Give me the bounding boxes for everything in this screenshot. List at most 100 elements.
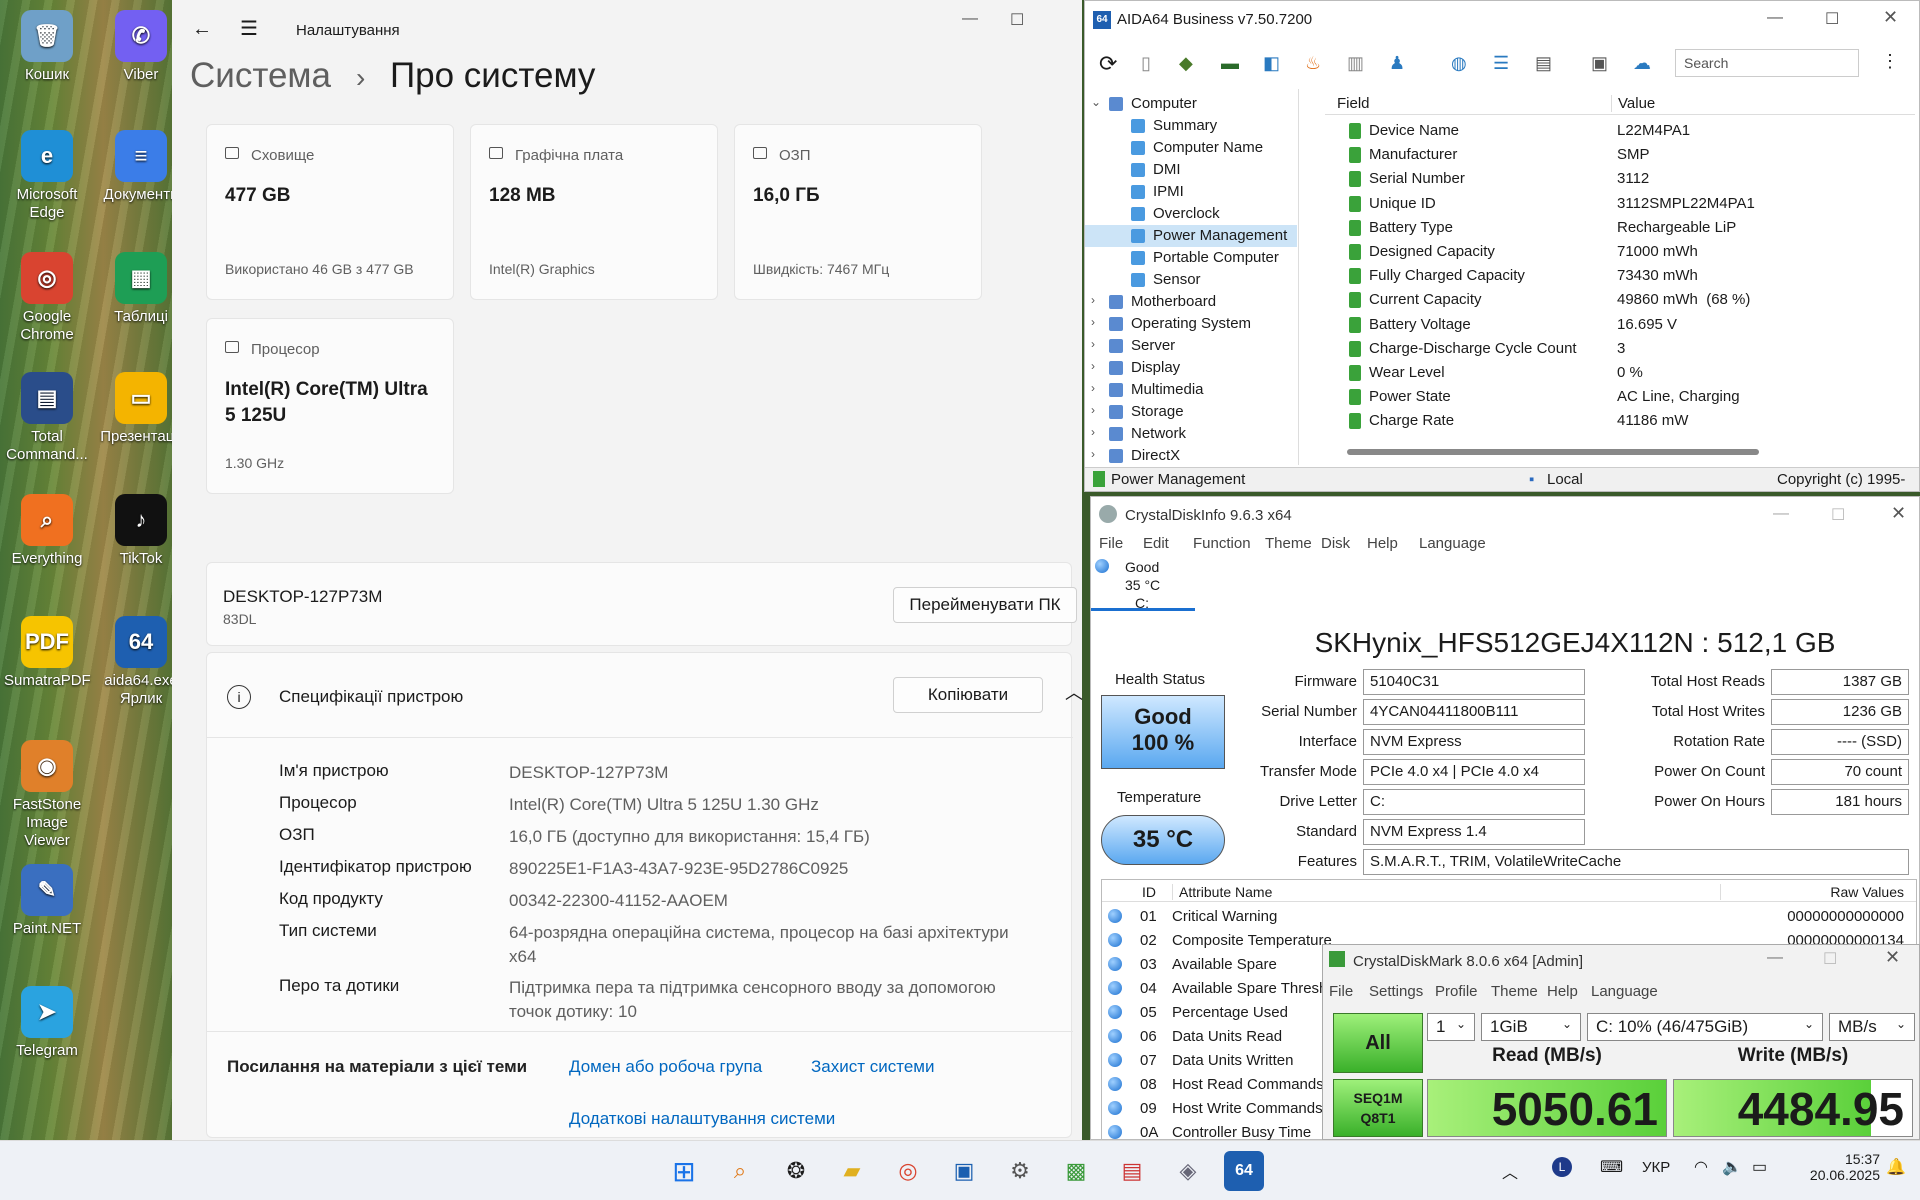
flame-icon[interactable]: ♨ — [1305, 53, 1321, 74]
maximize-icon[interactable]: ☐ — [1825, 9, 1839, 29]
size-select[interactable]: 1GiB ⌄ — [1481, 1013, 1581, 1041]
menu-item[interactable]: Language — [1419, 535, 1486, 552]
close-icon[interactable]: ✕ — [1891, 503, 1906, 524]
menu-item[interactable]: Settings — [1369, 983, 1423, 1000]
chevron-right-icon[interactable]: › — [1091, 403, 1095, 417]
clipboard-icon[interactable]: ▤ — [1535, 53, 1552, 74]
table-row[interactable]: Charge Rate 41186 mW — [1325, 409, 1915, 433]
menu-item[interactable]: File — [1329, 983, 1353, 1000]
store-icon[interactable]: ▣ — [944, 1151, 984, 1191]
desktop-icon[interactable]: e Microsoft Edge — [4, 124, 90, 222]
wifi-icon[interactable]: ◠ — [1694, 1157, 1708, 1177]
table-row[interactable]: Device Name L22M4PA1 — [1325, 119, 1915, 143]
language-indicator[interactable]: УКР — [1642, 1159, 1670, 1176]
network-icon[interactable]: ◧ — [1263, 53, 1280, 74]
table-row[interactable]: Unique ID 3112SMPL22M4PA1 — [1325, 192, 1915, 216]
unit-select[interactable]: MB/s ⌄ — [1829, 1013, 1915, 1041]
notification-icon[interactable]: 🔔 — [1886, 1157, 1906, 1177]
menu-item[interactable]: Help — [1547, 983, 1578, 1000]
chevron-right-icon[interactable]: › — [1091, 447, 1095, 461]
table-row[interactable]: Battery Voltage 16.695 V — [1325, 313, 1915, 337]
chevron-right-icon[interactable]: › — [1091, 337, 1095, 351]
back-icon[interactable]: ← — [192, 18, 212, 41]
link-domain[interactable]: Домен або робоча група — [569, 1057, 762, 1077]
tree-item[interactable]: › Storage — [1085, 401, 1297, 423]
refresh-icon[interactable]: ⟳ — [1099, 51, 1117, 77]
minimize-icon[interactable]: — — [1767, 9, 1783, 27]
table-row[interactable]: Manufacturer SMP — [1325, 143, 1915, 167]
search-input[interactable]: Search — [1675, 49, 1859, 77]
table-row[interactable]: 01 Critical Warning 00000000000000 — [1102, 904, 1916, 928]
maximize-icon[interactable]: ☐ — [1831, 505, 1845, 525]
desktop-icon[interactable]: ▭ Презентації — [98, 366, 172, 446]
close-icon[interactable]: ✕ — [1885, 947, 1900, 968]
tree-item[interactable]: › Multimedia — [1085, 379, 1297, 401]
chevron-right-icon[interactable]: › — [1091, 293, 1095, 307]
table-row[interactable]: Charge-Discharge Cycle Count 3 — [1325, 337, 1915, 361]
menu-item[interactable]: Profile — [1435, 983, 1478, 1000]
desktop-icon[interactable]: ≡ Документи — [98, 124, 172, 204]
menu-item[interactable]: Theme — [1265, 535, 1312, 552]
monitor-icon[interactable]: ▣ — [1591, 53, 1608, 74]
count-select[interactable]: 1 ⌄ — [1427, 1013, 1475, 1041]
drive-select[interactable]: C: 10% (46/475GiB) ⌄ — [1587, 1013, 1823, 1041]
tree-item[interactable]: › Motherboard — [1085, 291, 1297, 313]
table-row[interactable]: Power State AC Line, Charging — [1325, 385, 1915, 409]
desktop-icon[interactable]: ▦ Таблиці — [98, 246, 172, 326]
report-icon[interactable]: ▯ — [1141, 53, 1151, 74]
desktop-icon[interactable]: ♪ TikTok — [98, 488, 172, 568]
tree-item[interactable]: DMI — [1085, 159, 1297, 181]
desktop-icon[interactable]: 64 aida64.exe Ярлик — [98, 610, 172, 708]
crystaldiskmark-icon[interactable]: ▩ — [1056, 1151, 1096, 1191]
chevron-up-icon[interactable]: ︿ — [1502, 1159, 1518, 1183]
tree-item[interactable]: › Network — [1085, 423, 1297, 445]
document-icon[interactable]: ▤ — [1112, 1151, 1152, 1191]
globe-icon[interactable]: ◍ — [1451, 53, 1467, 74]
close-icon[interactable]: ✕ — [1883, 7, 1898, 28]
desktop-icon[interactable]: ✎ Paint.NET — [4, 858, 90, 938]
tree-item[interactable]: Power Management — [1085, 225, 1297, 247]
file-explorer-icon[interactable]: ▰ — [832, 1151, 872, 1191]
crystaldiskinfo-icon[interactable]: ◈ — [1168, 1151, 1208, 1191]
tree-item[interactable]: › Display — [1085, 357, 1297, 379]
tree-item[interactable]: › Server — [1085, 335, 1297, 357]
chatgpt-icon[interactable]: ❂ — [776, 1151, 816, 1191]
maximize-icon[interactable]: ☐ — [1823, 949, 1837, 969]
col-raw[interactable]: Raw Values — [1720, 884, 1904, 900]
desktop-icon[interactable]: 🗑 Кошик — [4, 4, 90, 84]
desktop-icon[interactable]: ◎ Google Chrome — [4, 246, 90, 344]
tree-item[interactable]: Portable Computer — [1085, 247, 1297, 269]
desktop-icon[interactable]: PDF SumatraPDF — [4, 610, 91, 690]
more-options-icon[interactable]: ⋮ — [1881, 51, 1899, 72]
tree-item[interactable]: Sensor — [1085, 269, 1297, 291]
table-row[interactable]: Current Capacity 49860 mWh (68 %) — [1325, 288, 1915, 312]
clock[interactable]: 15:37 20.06.2025 — [1796, 1151, 1880, 1183]
health-status-badge[interactable]: Good 100 % — [1101, 695, 1225, 769]
database-icon[interactable]: ☰ — [1493, 53, 1509, 74]
motherboard-icon[interactable]: ◆ — [1179, 53, 1193, 74]
rename-pc-button[interactable]: Перейменувати ПК — [893, 587, 1077, 623]
table-row[interactable]: Wear Level 0 % — [1325, 361, 1915, 385]
user-icon[interactable]: ♟ — [1389, 53, 1405, 74]
table-row[interactable]: Designed Capacity 71000 mWh — [1325, 240, 1915, 264]
col-field[interactable]: Field — [1337, 95, 1370, 112]
maximize-icon[interactable]: ☐ — [1010, 10, 1024, 30]
link-advanced-settings[interactable]: Додаткові налаштування системи — [569, 1109, 835, 1129]
menu-item[interactable]: Theme — [1491, 983, 1538, 1000]
disk-tab-c[interactable]: Good 35 °C C: — [1091, 557, 1195, 611]
tree-item[interactable]: IPMI — [1085, 181, 1297, 203]
chrome-icon[interactable]: ◎ — [888, 1151, 928, 1191]
chevron-right-icon[interactable]: › — [1091, 425, 1095, 439]
link-system-protection[interactable]: Захист системи — [811, 1057, 934, 1077]
menu-item[interactable]: Language — [1591, 983, 1658, 1000]
temperature-badge[interactable]: 35 °C — [1101, 815, 1225, 865]
desktop-icon[interactable]: ⌕ Everything — [4, 488, 90, 568]
table-row[interactable]: Fully Charged Capacity 73430 mWh — [1325, 264, 1915, 288]
menu-item[interactable]: Disk — [1321, 535, 1350, 552]
menu-item[interactable]: Help — [1367, 535, 1398, 552]
tray-app-icon[interactable]: L — [1552, 1157, 1572, 1177]
minimize-icon[interactable]: — — [1773, 505, 1789, 523]
tree-item[interactable]: Summary — [1085, 115, 1297, 137]
menu-icon[interactable]: ☰ — [240, 16, 258, 41]
search-icon[interactable]: ⌕ — [720, 1151, 760, 1191]
